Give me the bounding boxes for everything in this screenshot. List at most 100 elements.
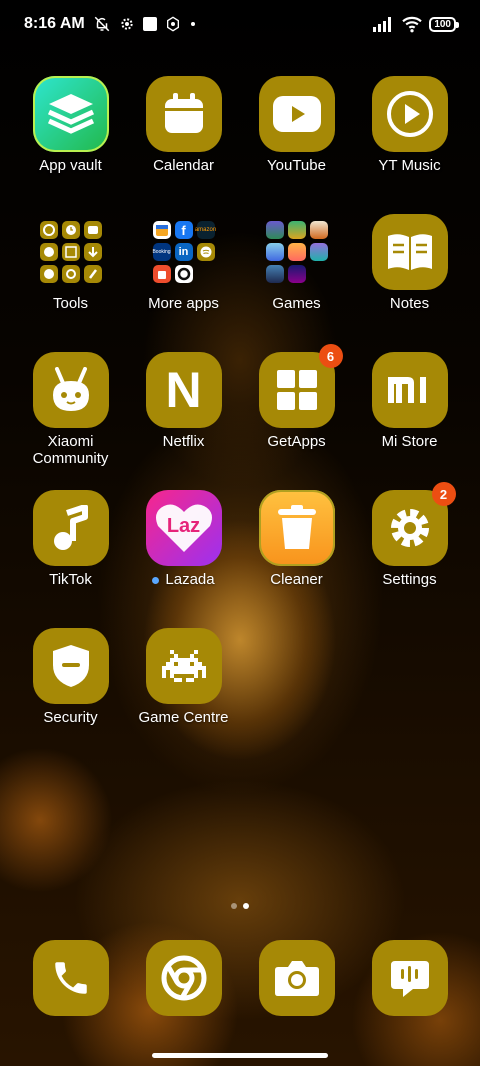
mini-app-icon: [152, 221, 171, 239]
app-yt-music[interactable]: YT Music: [353, 76, 466, 200]
mi-store-icon: [371, 352, 448, 428]
page-dot: [231, 903, 237, 909]
folder-games[interactable]: Games: [240, 214, 353, 338]
app-label: Settings: [382, 571, 437, 588]
download-mini-icon: [83, 243, 102, 261]
signal-icon: [373, 16, 395, 32]
app-youtube[interactable]: YouTube: [240, 76, 353, 200]
dock-chrome[interactable]: [127, 940, 240, 1020]
netflix-icon: N: [145, 352, 222, 428]
dock-camera[interactable]: [240, 940, 353, 1020]
app-label: Game Centre: [138, 709, 229, 726]
game-centre-invader-icon: [145, 628, 222, 704]
shield-status-icon: [165, 16, 181, 32]
clock: 8:16 AM: [24, 15, 85, 32]
compass2-mini-icon: [39, 265, 58, 283]
new-app-dot: [152, 576, 160, 584]
netflix-logo-glyph: N: [165, 362, 202, 418]
app-label: Notes: [389, 295, 430, 312]
remote-mini-icon: [61, 265, 80, 283]
folder-more-apps[interactable]: f amazon Booking in More apps: [127, 214, 240, 338]
game-mini-icon-2: [287, 221, 306, 239]
lazada-label-text: Lazada: [165, 571, 215, 588]
cleaner-mini-icon: [83, 265, 102, 283]
app-getapps[interactable]: 6 GetApps: [240, 344, 353, 476]
chrome-icon: [145, 940, 222, 1016]
messaging-icon: [371, 940, 448, 1016]
dock: [14, 940, 466, 1020]
tiktok-note-icon: [32, 490, 109, 566]
game-mini-icon-6: [309, 243, 328, 261]
battery-indicator: 100: [429, 16, 459, 32]
app-netflix[interactable]: N Netflix: [127, 352, 240, 476]
music-mini-icon: [39, 221, 58, 239]
xiaomi-community-icon: [32, 352, 109, 428]
app-label: YT Music: [378, 157, 441, 174]
yt-music-icon: [371, 76, 448, 152]
app-notes[interactable]: Notes: [353, 214, 466, 338]
wifi-icon: [401, 15, 423, 33]
app-label: Mi Store: [381, 433, 438, 450]
app-game-centre[interactable]: Game Centre: [127, 628, 240, 752]
app-label: App vault: [39, 157, 102, 174]
folder-tools[interactable]: Tools: [14, 214, 127, 338]
dock-phone[interactable]: [14, 940, 127, 1020]
more-apps-folder-preview: f amazon Booking in: [146, 214, 222, 290]
app-vault-icon: [32, 76, 109, 152]
mute-bell-icon: [93, 15, 111, 33]
app-label: TikTok: [49, 571, 92, 588]
game-mini-icon-3: [309, 221, 328, 239]
app-label: Cleaner: [270, 571, 323, 588]
shopee-mini-icon: [152, 265, 171, 283]
app-xiaomi-community[interactable]: Xiaomi Community: [14, 352, 127, 476]
game-mini-icon-5: [287, 243, 306, 261]
app-tiktok[interactable]: TikTok: [14, 490, 127, 614]
dock-messaging[interactable]: [353, 940, 466, 1020]
app-label: YouTube: [267, 157, 326, 174]
calendar-icon: [145, 76, 222, 152]
gear-status-icon: [119, 16, 135, 32]
notes-book-icon: [371, 214, 448, 290]
compass-mini-icon: [39, 243, 58, 261]
app-security[interactable]: Security: [14, 628, 127, 752]
app-lazada[interactable]: Laz Lazada: [127, 490, 240, 614]
notification-badge: 6: [318, 344, 343, 368]
page-indicator: [0, 903, 480, 909]
game-mini-icon-1: [265, 221, 284, 239]
scanner-mini-icon: [61, 243, 80, 261]
gesture-home-bar[interactable]: [152, 1053, 328, 1058]
lazada-icon: Laz: [145, 490, 222, 566]
camera-icon: [258, 940, 335, 1016]
page-dot-active: [243, 903, 249, 909]
phone-icon: [32, 940, 109, 1016]
app-label: Netflix: [162, 433, 205, 450]
app-calendar[interactable]: Calendar: [127, 76, 240, 200]
square-status-icon: [142, 17, 157, 31]
getapps-grid-icon: 6: [258, 344, 343, 428]
app-label: Security: [43, 709, 98, 726]
status-bar: 8:16 AM 100: [0, 0, 480, 48]
security-shield-icon: [32, 628, 109, 704]
app-label: Tools: [52, 295, 89, 312]
app-label: GetApps: [267, 433, 326, 450]
bolt-mini-icon: [174, 265, 193, 283]
notification-badge: 2: [431, 482, 456, 506]
app-label: Calendar: [153, 157, 214, 174]
facebook-mini-icon: f: [174, 221, 193, 239]
app-label: Lazada: [127, 571, 240, 588]
lazada-logo-text: Laz: [166, 514, 201, 537]
app-label: More apps: [148, 295, 219, 312]
app-settings[interactable]: 2 Settings: [353, 482, 466, 614]
linkedin-mini-icon: in: [174, 243, 193, 261]
game-mini-icon-7: [265, 265, 284, 283]
youtube-icon: [258, 76, 335, 152]
clock-mini-icon: [61, 221, 80, 239]
spotify-mini-icon: [196, 243, 215, 261]
app-label: Xiaomi Community: [32, 433, 109, 467]
app-cleaner[interactable]: Cleaner: [240, 490, 353, 614]
settings-gear-icon: 2: [371, 482, 456, 566]
app-app-vault[interactable]: App vault: [14, 76, 127, 200]
app-mi-store[interactable]: Mi Store: [353, 352, 466, 476]
game-mini-icon-8: [287, 265, 306, 283]
games-folder-preview: [259, 214, 335, 290]
